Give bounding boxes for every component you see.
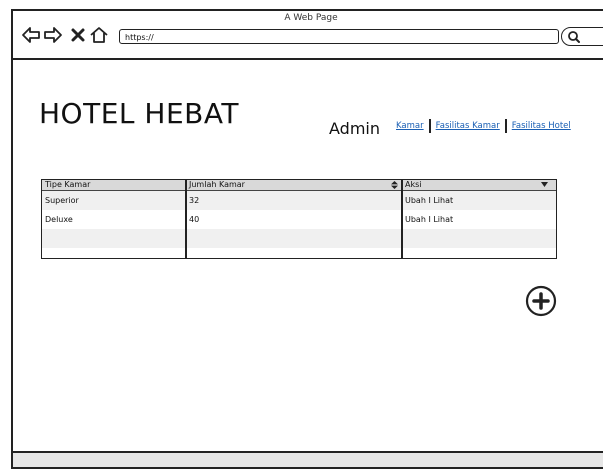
add-button[interactable]: [525, 285, 557, 317]
nav-link-fasilitas-hotel[interactable]: Fasilitas Hotel: [512, 121, 571, 131]
role-label: Admin: [329, 119, 380, 138]
search-box[interactable]: [561, 27, 603, 46]
header-tipe-kamar[interactable]: Tipe Kamar: [42, 180, 186, 190]
browser-window: A Web Page https:// HOTEL HEBAT Admin Ka…: [11, 9, 603, 469]
browser-titlebar: A Web Page https://: [13, 11, 603, 60]
browser-statusbar: [13, 451, 603, 467]
back-arrow-icon[interactable]: [21, 25, 41, 45]
table-row: Deluxe 40 Ubah I Lihat: [42, 210, 556, 229]
cell-empty: [42, 229, 186, 248]
header-jumlah-kamar[interactable]: Jumlah Kamar: [186, 180, 402, 190]
table-header: Tipe Kamar Jumlah Kamar Aksi: [42, 180, 556, 191]
header-jumlah-kamar-label: Jumlah Kamar: [189, 180, 245, 189]
close-icon[interactable]: [68, 25, 88, 45]
header-aksi-label: Aksi: [405, 180, 422, 189]
cell-empty: [186, 229, 402, 248]
forward-arrow-icon[interactable]: [43, 25, 63, 45]
main-nav: Kamar Fasilitas Kamar Fasilitas Hotel: [396, 119, 571, 133]
nav-separator: [504, 119, 507, 133]
search-icon: [568, 31, 580, 43]
table-row: Superior 32 Ubah I Lihat: [42, 191, 556, 210]
table-row-empty: [42, 229, 556, 248]
header-aksi[interactable]: Aksi: [402, 180, 556, 190]
cell-tipe-kamar: Superior: [45, 196, 79, 205]
cell-jumlah-kamar: 32: [189, 196, 200, 205]
room-table: Tipe Kamar Jumlah Kamar Aksi Superior 32…: [41, 179, 557, 259]
nav-link-kamar[interactable]: Kamar: [396, 121, 424, 131]
cell-aksi[interactable]: Ubah I Lihat: [402, 191, 556, 210]
brand-title: HOTEL HEBAT: [39, 97, 239, 130]
nav-link-fasilitas-kamar[interactable]: Fasilitas Kamar: [436, 121, 500, 131]
cell-empty: [402, 229, 556, 248]
nav-separator: [428, 119, 431, 133]
page-title: A Web Page: [284, 13, 338, 23]
sort-icon[interactable]: [391, 181, 398, 189]
cell-tipe-kamar: Deluxe: [45, 215, 73, 224]
cell-jumlah-kamar: 40: [189, 215, 200, 224]
home-icon[interactable]: [89, 25, 109, 45]
cell-aksi[interactable]: Ubah I Lihat: [402, 210, 556, 229]
chevron-down-icon[interactable]: [541, 182, 548, 187]
url-input[interactable]: https://: [119, 29, 559, 44]
